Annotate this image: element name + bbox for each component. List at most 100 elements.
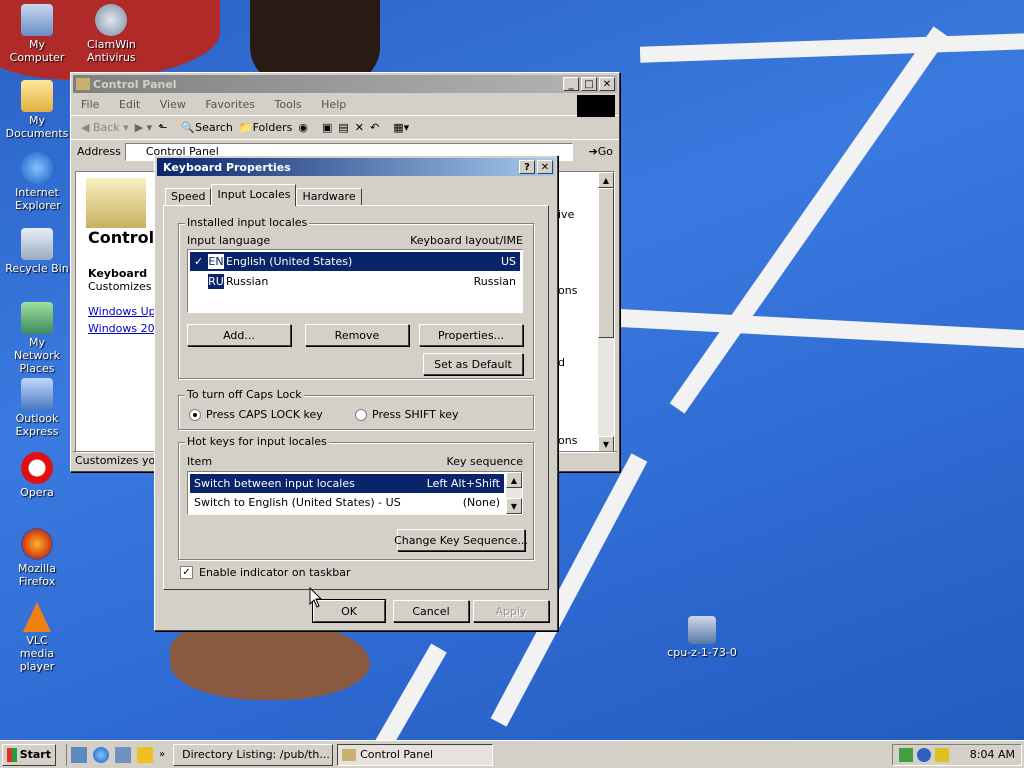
- desktop-icon-my-documents[interactable]: My Documents: [0, 80, 74, 140]
- remove-button[interactable]: Remove: [305, 324, 409, 346]
- maximize-button[interactable]: □: [581, 77, 597, 91]
- undo-icon[interactable]: ↶: [370, 121, 379, 134]
- folders-label: Folders: [252, 121, 293, 134]
- tab-input-locales[interactable]: Input Locales: [211, 184, 297, 206]
- cancel-button[interactable]: Cancel: [393, 600, 469, 622]
- hotkey-row[interactable]: Switch to English (United States) - US (…: [190, 493, 504, 512]
- ok-button[interactable]: OK: [312, 599, 386, 623]
- desktop-icon-internet-explorer[interactable]: Internet Explorer: [0, 152, 74, 212]
- left-info-pane: Control Keyboard Customizes yo Windows U…: [76, 172, 169, 452]
- my-computer-icon: [21, 4, 53, 36]
- desktop-icon-label: My Computer: [9, 38, 65, 64]
- dialog-close-button[interactable]: ✕: [537, 160, 553, 174]
- menu-favorites[interactable]: Favorites: [205, 98, 255, 111]
- vertical-scrollbar[interactable]: ▲ ▼: [598, 172, 614, 452]
- history-icon[interactable]: ◉: [298, 121, 308, 134]
- close-button[interactable]: ✕: [599, 77, 615, 91]
- desktop-icon-vlc[interactable]: VLC media player: [0, 602, 74, 673]
- task-directory-listing[interactable]: Directory Listing: /pub/th...: [173, 743, 334, 766]
- desktop-icon-firefox[interactable]: Mozilla Firefox: [0, 528, 74, 588]
- task-control-panel[interactable]: Control Panel: [337, 743, 494, 766]
- column-header-key-sequence: Key sequence: [446, 455, 523, 468]
- up-folder-icon[interactable]: ⬑: [158, 121, 167, 134]
- properties-button[interactable]: Properties...: [419, 324, 523, 346]
- control-panel-titlebar[interactable]: Control Panel _ □ ✕: [73, 75, 617, 93]
- delete-icon[interactable]: ✕: [355, 121, 364, 134]
- desktop-icon-recycle-bin[interactable]: Recycle Bin: [0, 228, 74, 275]
- locale-name: Russian: [226, 275, 269, 288]
- scroll-up-arrow-icon[interactable]: ▲: [506, 472, 522, 488]
- hot-keys-list[interactable]: Switch between input locales Left Alt+Sh…: [187, 471, 523, 515]
- tab-label: Hardware: [302, 190, 356, 203]
- tab-strip: Speed Input Locales Hardware: [165, 184, 362, 206]
- scroll-down-arrow-icon[interactable]: ▼: [506, 498, 522, 514]
- change-key-sequence-button[interactable]: Change Key Sequence...: [394, 529, 528, 551]
- track-line: [669, 26, 949, 414]
- desktop-icon-label: Opera: [20, 486, 54, 499]
- scroll-thumb[interactable]: [598, 188, 614, 338]
- radio-label: Press SHIFT key: [372, 408, 459, 421]
- menu-file[interactable]: File: [81, 98, 99, 111]
- tray-network-icon[interactable]: [917, 747, 931, 762]
- move-to-icon[interactable]: ▣: [322, 121, 332, 134]
- menu-tools[interactable]: Tools: [275, 98, 302, 111]
- dialog-titlebar[interactable]: Keyboard Properties ? ✕: [157, 158, 555, 176]
- search-button[interactable]: 🔍Search: [181, 121, 233, 134]
- locale-row-en[interactable]: ✓ EN English (United States) US: [190, 252, 520, 271]
- group-label: Hot keys for input locales: [185, 435, 329, 448]
- start-button[interactable]: Start: [2, 743, 56, 766]
- track-line: [371, 643, 447, 740]
- views-icon[interactable]: ▦▾: [393, 121, 409, 134]
- desktop-icon-cpu-z[interactable]: cpu-z-1-73-0: [664, 616, 740, 659]
- menu-view[interactable]: View: [160, 98, 186, 111]
- item-label-fragment: ons: [558, 284, 578, 297]
- menu-edit[interactable]: Edit: [119, 98, 140, 111]
- enable-indicator-checkbox[interactable]: ✓ Enable indicator on taskbar: [180, 566, 350, 579]
- folders-button[interactable]: 📁Folders: [239, 121, 292, 134]
- tab-hardware[interactable]: Hardware: [296, 188, 362, 206]
- copy-to-icon[interactable]: ▤: [338, 121, 348, 134]
- scroll-up-arrow-icon[interactable]: ▲: [598, 172, 614, 188]
- windows-2000-link[interactable]: Windows 2000: [76, 322, 169, 335]
- desktop-icon-network-places[interactable]: My Network Places: [0, 302, 74, 375]
- windows-update-link[interactable]: Windows Upd: [76, 305, 163, 318]
- tab-speed[interactable]: Speed: [165, 188, 212, 206]
- locale-list[interactable]: ✓ EN English (United States) US RU Russi…: [187, 249, 523, 313]
- folder-icon: [21, 80, 53, 112]
- desktop-icon-my-computer[interactable]: My Computer: [0, 4, 74, 64]
- desktop-icon-label: My Network Places: [14, 336, 60, 375]
- apply-button[interactable]: Apply: [473, 600, 549, 622]
- desktop-icon-clamwin[interactable]: ClamWin Antivirus: [74, 4, 148, 64]
- forward-button[interactable]: ▶ ▾: [135, 121, 152, 134]
- more-chevron-icon[interactable]: »: [159, 749, 165, 760]
- media-player-icon[interactable]: [137, 746, 153, 763]
- locale-row-ru[interactable]: RU Russian Russian: [190, 272, 520, 291]
- selected-item-description: Customizes yo: [88, 280, 169, 293]
- show-desktop-icon[interactable]: [71, 746, 87, 763]
- desktop-icon-opera[interactable]: Opera: [0, 452, 74, 499]
- control-panel-icon: [76, 78, 90, 90]
- menu-help[interactable]: Help: [321, 98, 346, 111]
- desktop-icon-outlook-express[interactable]: Outlook Express: [0, 378, 74, 438]
- scroll-down-arrow-icon[interactable]: ▼: [598, 436, 614, 452]
- clock[interactable]: 8:04 AM: [970, 748, 1015, 761]
- taskbar: Start » Directory Listing: /pub/th... Co…: [0, 740, 1024, 768]
- internet-explorer-icon[interactable]: [93, 746, 109, 763]
- caps-lock-radio[interactable]: Press CAPS LOCK key: [189, 408, 323, 421]
- minimize-button[interactable]: _: [563, 77, 579, 91]
- tray-app-icon[interactable]: [899, 747, 913, 762]
- shift-key-radio[interactable]: Press SHIFT key: [355, 408, 459, 421]
- go-button[interactable]: ➔Go: [573, 145, 613, 158]
- checkbox-checked-icon: ✓: [180, 566, 193, 579]
- back-button[interactable]: ◀ Back ▾: [81, 121, 129, 134]
- installed-locales-group: Installed input locales Input language K…: [178, 216, 534, 379]
- hotkey-row[interactable]: Switch between input locales Left Alt+Sh…: [190, 474, 504, 493]
- help-button[interactable]: ?: [519, 160, 535, 174]
- task-label: Control Panel: [360, 748, 434, 761]
- set-as-default-button[interactable]: Set as Default: [423, 353, 523, 375]
- add-button[interactable]: Add...: [187, 324, 291, 346]
- dialog-title: Keyboard Properties: [163, 160, 291, 174]
- tray-power-icon[interactable]: [935, 747, 949, 762]
- hotkey-scrollbar[interactable]: ▲ ▼: [506, 472, 522, 514]
- outlook-express-icon[interactable]: [115, 746, 131, 763]
